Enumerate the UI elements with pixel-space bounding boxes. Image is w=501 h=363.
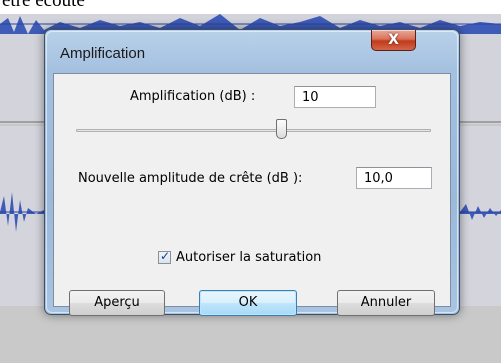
amplification-input[interactable]: 10 (294, 86, 376, 108)
checkmark-icon: ✓ (160, 249, 171, 263)
amplification-slider-track[interactable] (76, 129, 431, 132)
cancel-button[interactable]: Annuler (337, 290, 435, 316)
peak-amplitude-input[interactable]: 10,0 (356, 167, 432, 189)
dialog-client-area: Amplification (dB) : 10 Nouvelle amplitu… (53, 73, 451, 316)
close-button[interactable]: X (371, 30, 416, 51)
ok-button[interactable]: OK (199, 290, 297, 316)
peak-amplitude-label: Nouvelle amplitude de crête (dB ): (78, 171, 303, 186)
amplification-dialog: Amplification X Amplification (dB) : 10 … (44, 29, 460, 316)
preview-button[interactable]: Aperçu (69, 290, 165, 316)
amplification-slider-thumb[interactable] (276, 119, 287, 139)
allow-clipping-checkbox[interactable]: ✓ (158, 249, 171, 264)
close-icon: X (388, 32, 399, 48)
background-caption: etre ecoute (2, 0, 85, 11)
allow-clipping-label[interactable]: Autoriser la saturation (176, 250, 321, 265)
dialog-title: Amplification (60, 45, 146, 62)
amplification-label: Amplification (dB) : (130, 89, 256, 104)
